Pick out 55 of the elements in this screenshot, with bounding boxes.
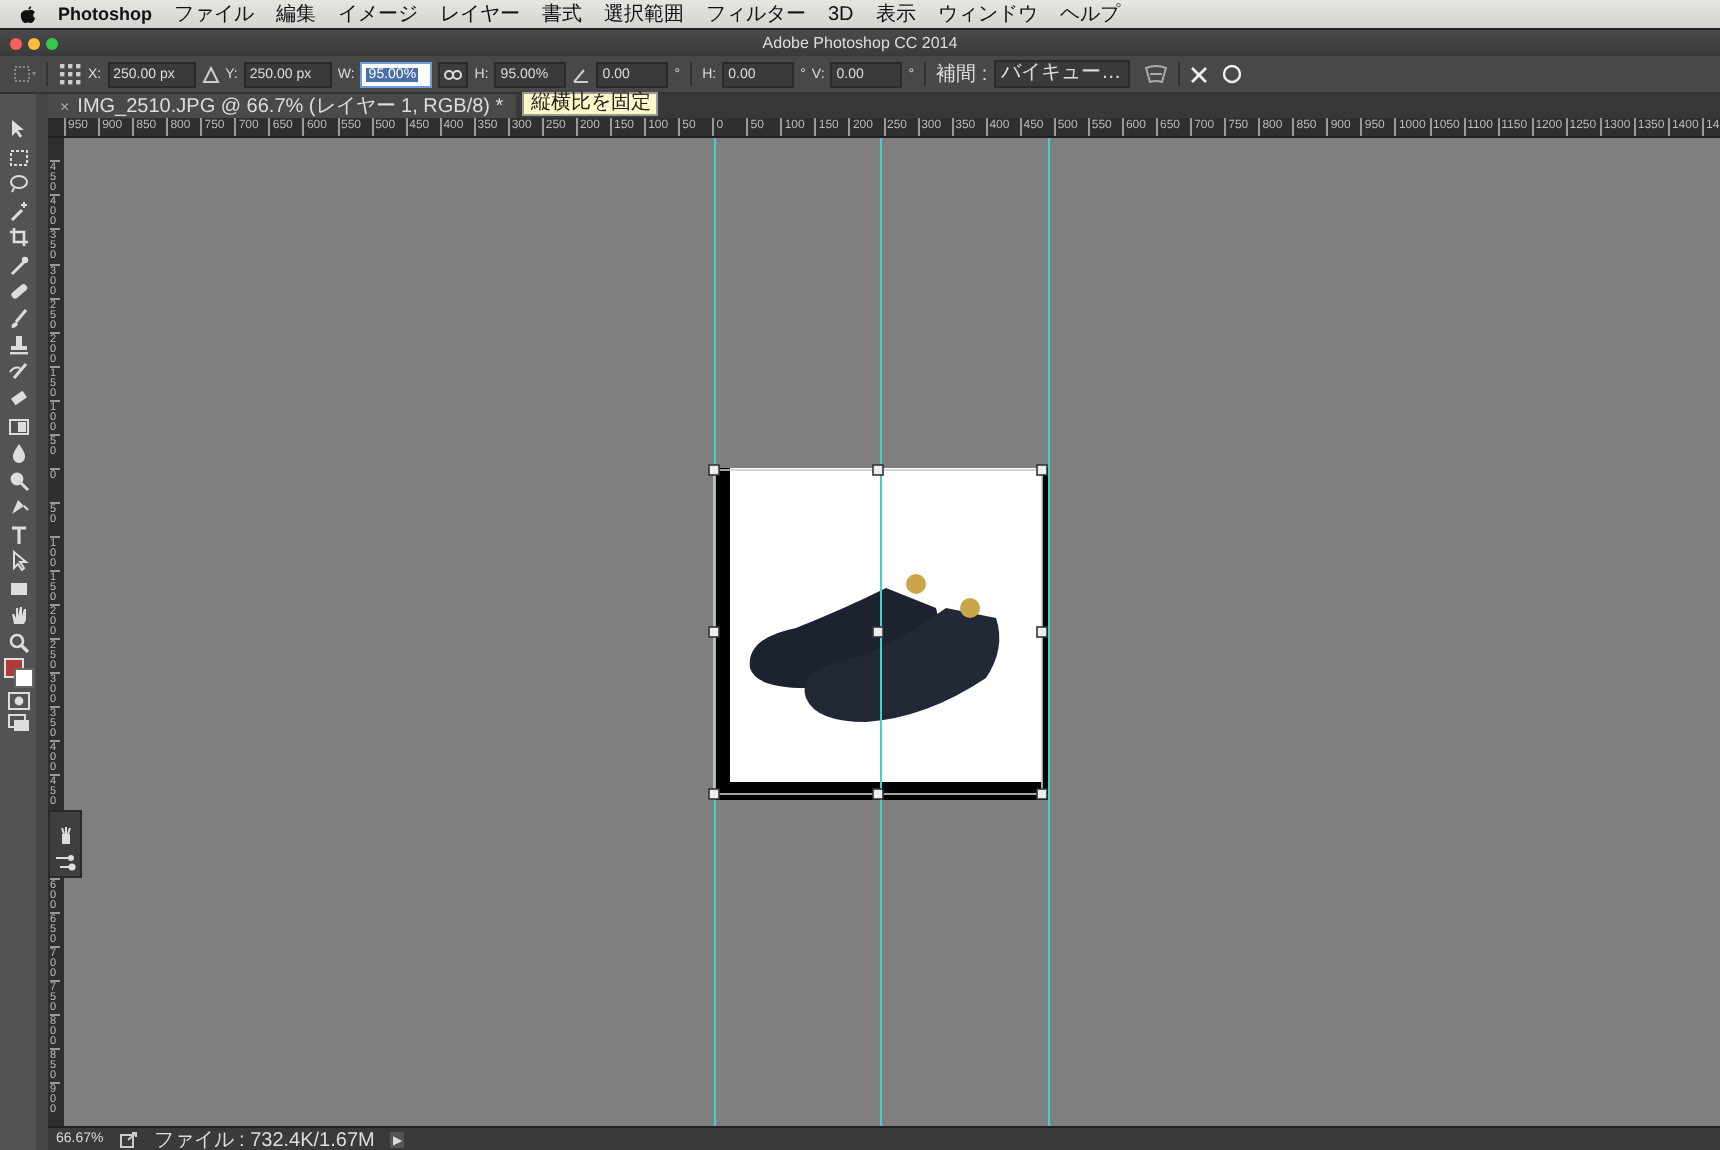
screen-mode-icon[interactable] [7,714,29,732]
cancel-icon[interactable] [1189,65,1208,83]
brush-settings-icon[interactable] [54,853,76,872]
menu-item[interactable]: レイヤー [440,0,520,28]
history-brush-icon[interactable] [7,361,29,383]
document-tab[interactable]: × IMG_2510.JPG @ 66.7% (レイヤー 1, RGB/8) * [48,94,516,118]
triangle-icon[interactable] [201,65,220,83]
color-swatches[interactable] [4,658,32,686]
lasso-tool-icon[interactable] [7,172,29,194]
menu-item[interactable]: ヘルプ [1059,0,1120,28]
window-title: Adobe Photoshop CC 2014 [762,34,958,52]
export-icon[interactable] [119,1131,138,1147]
menu-item[interactable]: フィルター [706,0,806,28]
gradient-icon[interactable] [7,415,29,437]
brush-icon[interactable] [7,307,29,329]
menu-item[interactable]: ファイル [174,0,254,28]
menu-item[interactable]: ウィンドウ [937,0,1038,28]
menu-item[interactable]: 表示 [875,0,916,28]
pen-tool-icon[interactable] [7,496,29,518]
move-tool-icon[interactable] [7,118,29,140]
menu-item[interactable]: 書式 [542,0,582,28]
reference-point-icon[interactable] [58,62,82,86]
quick-mask-icon[interactable] [7,691,29,709]
crop-tool-icon[interactable] [7,226,29,248]
magic-wand-icon[interactable] [7,199,29,221]
brush-preset-icon[interactable] [55,825,75,846]
maximize-button[interactable] [46,37,58,49]
eyedropper-icon[interactable] [7,253,29,275]
close-button[interactable] [10,37,22,49]
link-button[interactable] [438,61,469,87]
menu-item[interactable]: Photoshop [58,4,152,24]
warp-icon[interactable] [1143,63,1168,85]
menu-item[interactable]: 編集 [276,0,316,28]
interpolation-dropdown[interactable]: バイキュー… [993,60,1130,88]
dodge-icon[interactable] [7,469,29,491]
hand-icon[interactable] [7,604,29,626]
link-icon[interactable] [444,69,463,79]
tooltip: 縦横比を固定 [522,91,659,115]
menu-item[interactable]: イメージ [338,0,418,28]
apple-logo-icon[interactable] [20,5,36,23]
stamp-icon[interactable] [7,334,29,356]
zoom-icon[interactable] [7,631,29,653]
minimize-button[interactable] [28,37,40,49]
marquee-tool-icon[interactable] [7,145,29,167]
menu-item[interactable]: 選択範囲 [604,0,684,28]
drop-icon[interactable] [7,442,29,464]
field-label: 補間 : [936,61,988,88]
rectangle-tool-icon[interactable] [7,577,29,599]
angle-icon[interactable] [572,65,591,83]
transform-tool-icon[interactable] [12,64,36,84]
type-tool-icon[interactable] [7,523,29,545]
selection-arrow-icon[interactable] [7,550,29,572]
commit-icon[interactable] [1221,64,1242,84]
file-info: ファイル : 732.4K/1.67M [153,1127,375,1150]
menu-item[interactable]: 3D [828,3,854,25]
